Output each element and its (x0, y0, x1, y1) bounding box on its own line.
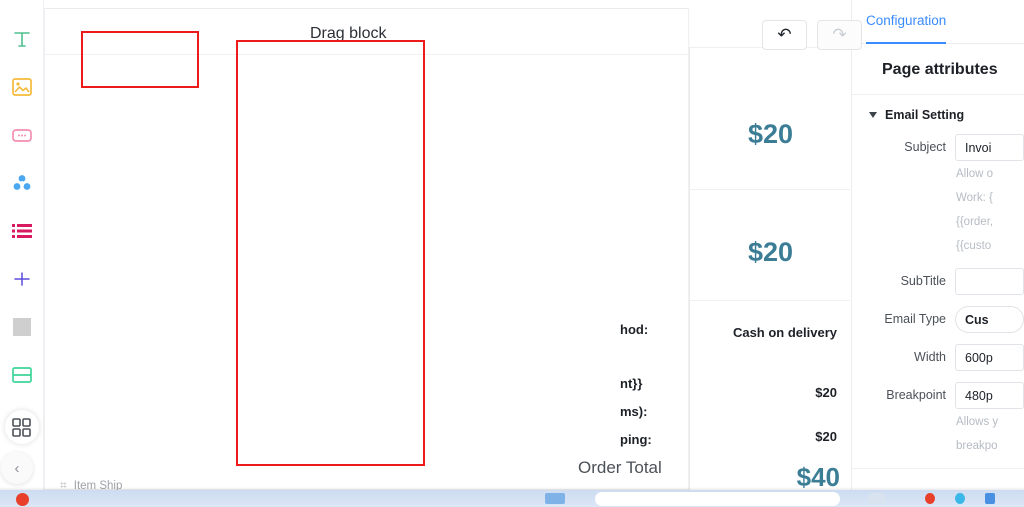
email-type-field-row: Email Type Cus (852, 306, 1024, 333)
breakpoint-hint-line-2: breakpo (956, 440, 998, 452)
redo-icon: ↷ (832, 25, 847, 44)
payment-method-value: Cash on delivery (732, 325, 837, 340)
subject-hint-line-3: {{order, (956, 216, 994, 228)
image-icon[interactable] (9, 74, 35, 100)
shipping-value: $20 (815, 429, 837, 444)
subject-label: Subject (904, 140, 946, 154)
chevron-left-icon: ‹ (14, 459, 20, 477)
width-input[interactable]: 600p (955, 344, 1024, 371)
breakpoint-input[interactable]: 480p (955, 382, 1024, 409)
undo-icon: ↶ (777, 25, 792, 44)
config-tab-bar: Configuration (852, 0, 1024, 44)
taskbar-app-icon[interactable] (955, 493, 965, 504)
invoice-divider (690, 189, 850, 190)
invoice-preview-pane: $20 $20 Cash on delivery $20 $20 $40 (689, 47, 850, 490)
divider-icon[interactable] (9, 314, 35, 340)
text-icon[interactable] (9, 26, 35, 52)
width-label: Width (914, 350, 946, 364)
email-setting-section-toggle[interactable]: Email Setting (852, 95, 1024, 134)
taskbar-app-icon[interactable] (545, 493, 565, 504)
app-root: ‹ Drag block Content Layout Woocommerce … (0, 0, 1024, 507)
subject-hint-line-4: {{custo (956, 240, 992, 252)
taskbar-app-icon[interactable] (868, 493, 886, 504)
subject-field-row: Subject Invoi (852, 134, 1024, 161)
width-field-row: Width 600p (852, 344, 1024, 371)
start-button-icon[interactable] (16, 493, 29, 506)
editor-card (44, 8, 689, 490)
breakpoint-field-row: Breakpoint 480p (852, 382, 1024, 409)
button-icon[interactable] (9, 122, 35, 148)
navbar-icon[interactable] (9, 218, 35, 244)
shipping-label: ping: (620, 432, 652, 447)
items-label: ms): (620, 404, 648, 419)
invoice-divider (690, 300, 850, 301)
subject-hint-line-2: Work: { (956, 192, 993, 204)
invoice-price-row-1: $20 (747, 119, 794, 149)
email-type-select[interactable]: Cus (955, 306, 1024, 333)
payment-method-label: hod: (620, 322, 649, 337)
taskbar-app-icon[interactable] (925, 493, 935, 504)
collapse-sidebar-button[interactable]: ‹ (1, 452, 33, 484)
drag-block-title: Drag block (310, 25, 387, 42)
email-type-label: Email Type (884, 312, 946, 326)
page-title: Page attributes (852, 44, 1024, 95)
editor-toolbar-actions: ↶ ↷ (762, 20, 862, 50)
spacer-icon[interactable] (9, 266, 35, 292)
tab-configuration[interactable]: Configuration (866, 0, 947, 44)
subtitle-field-row: SubTitle (852, 268, 1024, 295)
order-total-value: $40 (796, 462, 840, 490)
undo-button[interactable]: ↶ (762, 20, 807, 50)
subtitle-label: SubTitle (900, 274, 946, 288)
subject-hint-line-1: Allow o (956, 168, 994, 180)
discount-value: $20 (815, 385, 837, 400)
left-icon-rail: ‹ (0, 0, 44, 490)
invoice-price-row-2: $20 (747, 237, 794, 267)
email-setting-label: Email Setting (885, 108, 965, 122)
discount-label: nt}} (620, 376, 643, 391)
redo-button[interactable]: ↷ (817, 20, 862, 50)
chevron-down-icon (869, 112, 877, 118)
panel-divider (852, 468, 1024, 469)
subtitle-input[interactable] (955, 268, 1024, 295)
taskbar-search-box[interactable] (595, 492, 840, 506)
blocks-icon[interactable] (4, 410, 39, 444)
taskbar-app-icon[interactable] (985, 493, 995, 504)
accordion-icon[interactable] (9, 362, 35, 388)
configuration-panel: Configuration Page attributes Email Sett… (851, 0, 1024, 490)
breakpoint-label: Breakpoint (886, 388, 946, 402)
breakpoint-hint-line-1: Allows y (956, 416, 999, 428)
hero-icon[interactable] (9, 170, 35, 196)
subject-input[interactable]: Invoi (955, 134, 1024, 161)
order-total-label: Order Total (578, 458, 662, 477)
os-taskbar (0, 490, 1024, 507)
